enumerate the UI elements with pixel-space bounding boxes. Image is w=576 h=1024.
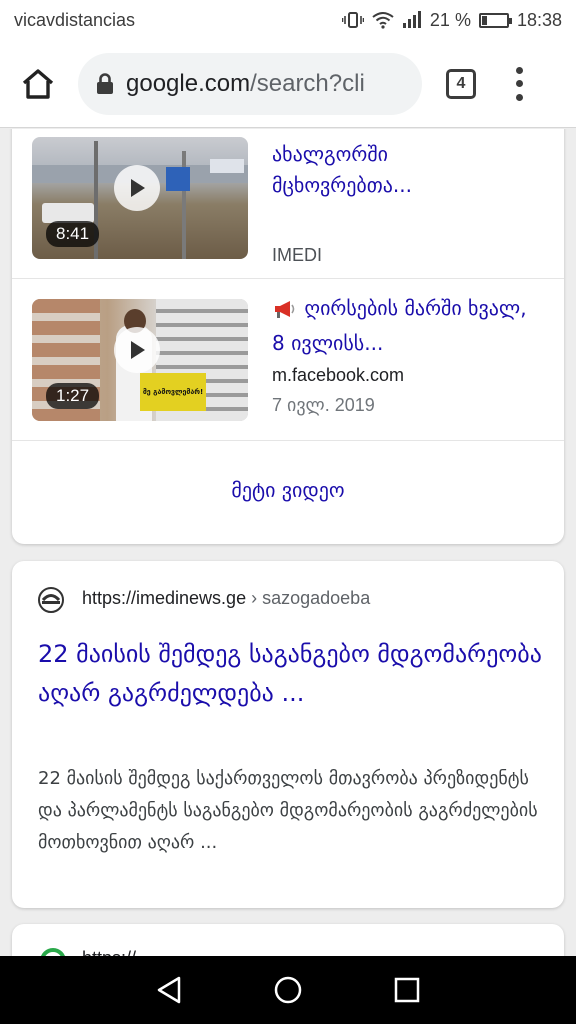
video-date: 7 ივლ. 2019 (272, 395, 375, 415)
home-button[interactable] (12, 58, 64, 110)
play-icon (114, 165, 160, 211)
video-thumbnail[interactable]: მე გამოვლემარ! 1:27 (32, 299, 248, 421)
result-title-link[interactable]: 22 მაისის შემდეგ საგანგებო მდგომარეობა ა… (38, 635, 548, 713)
menu-dot-icon (515, 80, 523, 87)
battery-percent: 21 % (429, 9, 471, 30)
video-thumbnail[interactable]: 8:41 (32, 137, 248, 259)
signal-icon (402, 11, 422, 29)
result-url[interactable]: https://imedinews.ge › sazogadoeba (82, 588, 370, 609)
browser-toolbar: google.com/search?cli 4 (0, 40, 576, 128)
video-result[interactable]: მე გამოვლემარ! 1:27 ღირსების მარში ხვალ,… (12, 279, 564, 441)
overflow-menu-button[interactable] (512, 66, 526, 101)
protest-sign: მე გამოვლემარ! (140, 373, 206, 411)
status-icons: 21 % 18:38 (341, 9, 562, 31)
system-nav-bar (0, 956, 576, 1024)
menu-dot-icon (515, 66, 523, 74)
megaphone-icon (272, 297, 298, 328)
video-results-card: 8:41 ახალგორში მცხოვრებთა... IMEDI მე გა… (12, 129, 564, 544)
lock-icon (97, 72, 113, 94)
back-triangle-icon (158, 976, 181, 1004)
result-snippet: 22 მაისის შემდეგ საქართველოს მთავრობა პრ… (38, 768, 538, 853)
video-duration: 8:41 (46, 221, 100, 247)
clock: 18:38 (516, 9, 562, 30)
next-result-card[interactable]: https://... (12, 924, 564, 956)
carrier-name: vicavdistancias (14, 9, 136, 30)
imedi-favicon-icon (38, 587, 64, 613)
back-button[interactable] (149, 970, 189, 1010)
video-source: m.facebook.com (272, 365, 405, 385)
menu-dot-icon (515, 93, 523, 101)
video-duration: 1:27 (46, 383, 100, 409)
wifi-icon (372, 11, 394, 29)
result-favicon-icon (40, 948, 66, 956)
vibrate-icon (341, 11, 364, 29)
recents-button[interactable] (387, 970, 427, 1010)
url-text: google.com/search?cli (126, 69, 365, 97)
result-url[interactable]: https://... (82, 948, 151, 956)
home-nav-button[interactable] (268, 970, 308, 1010)
video-title[interactable]: ღირსების მარში ხვალ, 8 ივლისს... (272, 293, 532, 359)
play-icon (114, 327, 160, 373)
status-bar: vicavdistancias 21 % 18:38 (0, 0, 576, 40)
home-circle-icon (274, 976, 302, 1004)
video-result[interactable]: 8:41 ახალგორში მცხოვრებთა... IMEDI (12, 129, 564, 279)
battery-icon (478, 12, 512, 28)
address-bar[interactable]: google.com/search?cli (78, 52, 422, 115)
video-source: IMEDI (272, 245, 323, 265)
more-videos-link[interactable]: მეტი ვიდეო (12, 455, 564, 525)
tab-switcher-button[interactable]: 4 (446, 68, 476, 99)
home-icon (22, 68, 54, 99)
video-title[interactable]: ახალგორში მცხოვრებთა... (272, 139, 532, 201)
search-results: 8:41 ახალგორში მცხოვრებთა... IMEDI მე გა… (0, 129, 576, 956)
web-result-card: https://imedinews.ge › sazogadoeba 22 მა… (12, 561, 564, 908)
recents-square-icon (394, 977, 419, 1003)
